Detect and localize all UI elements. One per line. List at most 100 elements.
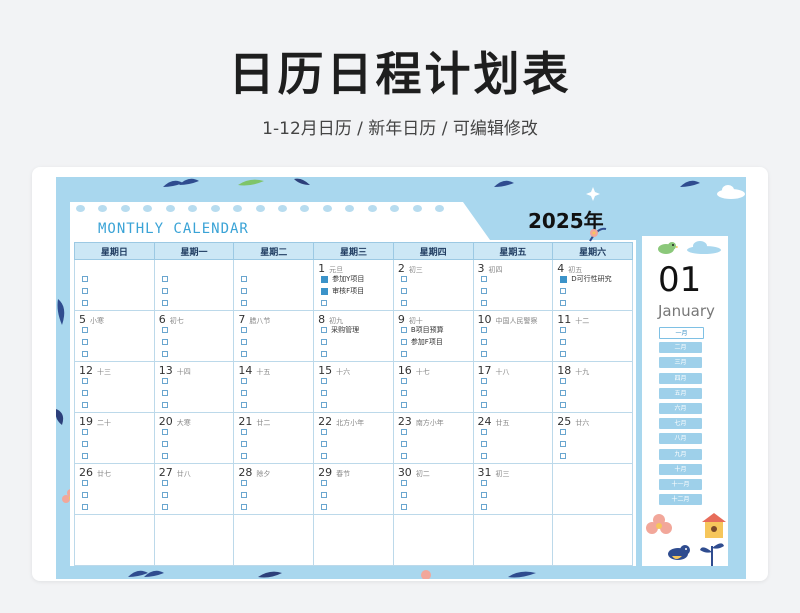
task-checkbox[interactable]	[480, 492, 487, 498]
task-checkbox[interactable]	[321, 480, 328, 486]
day-cell[interactable]: 28 除夕	[233, 463, 315, 515]
day-cell[interactable]: 22 北方小年	[313, 412, 394, 464]
task-checkbox[interactable]	[321, 275, 329, 283]
day-cell[interactable]: 19 二十	[74, 412, 155, 464]
task-checkbox[interactable]	[241, 504, 248, 510]
task-checkbox[interactable]	[560, 390, 567, 396]
task-checkbox[interactable]	[161, 339, 168, 345]
task-checkbox[interactable]	[82, 276, 88, 282]
task-checkbox[interactable]	[241, 402, 248, 408]
month-button[interactable]: 十月	[659, 463, 702, 475]
day-cell[interactable]: 14 十五	[233, 361, 315, 413]
day-cell[interactable]: 27 廿八	[153, 463, 235, 515]
task-checkbox[interactable]	[241, 492, 248, 498]
task-checkbox[interactable]	[161, 453, 168, 459]
day-cell[interactable]: 30 初二	[392, 463, 474, 515]
day-cell[interactable]	[153, 514, 235, 566]
task-checkbox[interactable]	[82, 288, 88, 294]
task-checkbox[interactable]	[480, 429, 487, 435]
day-cell[interactable]: 24 廿五	[472, 412, 554, 464]
day-cell[interactable]: 25 廿六	[552, 412, 633, 464]
task-checkbox[interactable]	[241, 339, 248, 345]
month-button[interactable]: 三月	[659, 357, 702, 369]
task-checkbox[interactable]	[321, 378, 328, 384]
task-checkbox[interactable]	[161, 351, 168, 357]
day-cell[interactable]	[392, 514, 474, 566]
task-checkbox[interactable]	[161, 300, 168, 306]
task-checkbox[interactable]	[82, 480, 88, 486]
task-checkbox[interactable]	[560, 300, 567, 306]
task-checkbox[interactable]	[560, 288, 567, 294]
task-checkbox[interactable]	[82, 390, 88, 396]
task-checkbox[interactable]	[241, 390, 248, 396]
task-checkbox[interactable]	[400, 429, 407, 435]
day-cell[interactable]	[313, 514, 394, 566]
task-checkbox[interactable]	[321, 339, 328, 345]
day-cell[interactable]: 6 初七	[153, 310, 235, 362]
day-cell[interactable]: 8 初九 采购管理	[313, 310, 394, 362]
task-checkbox[interactable]	[241, 453, 248, 459]
day-cell[interactable]: 12 十三	[74, 361, 155, 413]
task-checkbox[interactable]	[400, 378, 407, 384]
task-checkbox[interactable]	[241, 351, 248, 357]
task-checkbox[interactable]	[400, 288, 407, 294]
day-cell[interactable]	[552, 514, 633, 566]
task-checkbox[interactable]	[560, 327, 567, 333]
task-checkbox[interactable]	[400, 327, 407, 333]
task-checkbox[interactable]	[82, 504, 88, 510]
task-checkbox[interactable]	[560, 339, 567, 345]
task-checkbox[interactable]	[400, 402, 407, 408]
day-cell[interactable]	[552, 463, 633, 515]
month-button[interactable]: 十一月	[659, 479, 702, 490]
month-button[interactable]: 十二月	[659, 494, 702, 506]
day-cell[interactable]	[74, 259, 155, 311]
task-checkbox[interactable]	[400, 300, 407, 306]
task-checkbox[interactable]	[241, 429, 248, 435]
task-checkbox[interactable]	[480, 480, 487, 486]
task-checkbox[interactable]	[161, 480, 168, 486]
task-checkbox[interactable]	[400, 480, 407, 486]
task-checkbox[interactable]	[321, 402, 328, 408]
day-cell[interactable]: 1 元旦 参加Y项目 审核F项目	[313, 259, 394, 311]
task-checkbox[interactable]	[321, 300, 328, 306]
task-checkbox[interactable]	[400, 276, 407, 282]
day-cell[interactable]	[153, 259, 235, 311]
task-checkbox[interactable]	[82, 300, 88, 306]
task-checkbox[interactable]	[480, 378, 487, 384]
day-cell[interactable]: 16 十七	[392, 361, 474, 413]
task-checkbox[interactable]	[241, 441, 248, 447]
day-cell[interactable]: 17 十八	[472, 361, 554, 413]
task-checkbox[interactable]	[161, 429, 168, 435]
day-cell[interactable]: 18 十九	[552, 361, 633, 413]
task-checkbox[interactable]	[400, 504, 407, 510]
task-checkbox[interactable]	[161, 402, 168, 408]
day-cell[interactable]: 13 十四	[153, 361, 235, 413]
task-checkbox[interactable]	[161, 327, 168, 333]
task-checkbox[interactable]	[480, 327, 487, 333]
task-checkbox[interactable]	[321, 287, 329, 295]
month-button[interactable]: 一月	[659, 327, 704, 339]
task-checkbox[interactable]	[480, 504, 487, 510]
task-checkbox[interactable]	[241, 300, 248, 306]
task-checkbox[interactable]	[321, 492, 328, 498]
task-checkbox[interactable]	[241, 378, 248, 384]
day-cell[interactable]	[233, 259, 315, 311]
task-checkbox[interactable]	[161, 492, 168, 498]
task-checkbox[interactable]	[241, 276, 248, 282]
task-checkbox[interactable]	[161, 504, 168, 510]
day-cell[interactable]	[74, 514, 155, 566]
task-checkbox[interactable]	[321, 327, 328, 333]
task-checkbox[interactable]	[161, 441, 168, 447]
task-checkbox[interactable]	[321, 429, 328, 435]
task-checkbox[interactable]	[560, 429, 567, 435]
day-cell[interactable]: 5 小寒	[74, 310, 155, 362]
day-cell[interactable]: 4 初五 D可行性研究	[552, 259, 633, 311]
task-checkbox[interactable]	[82, 339, 88, 345]
task-checkbox[interactable]	[241, 327, 248, 333]
task-checkbox[interactable]	[82, 441, 88, 447]
task-checkbox[interactable]	[560, 275, 568, 283]
day-cell[interactable]: 2 初三	[392, 259, 474, 311]
task-checkbox[interactable]	[321, 441, 328, 447]
task-checkbox[interactable]	[480, 351, 487, 357]
day-cell[interactable]: 11 十二	[552, 310, 633, 362]
